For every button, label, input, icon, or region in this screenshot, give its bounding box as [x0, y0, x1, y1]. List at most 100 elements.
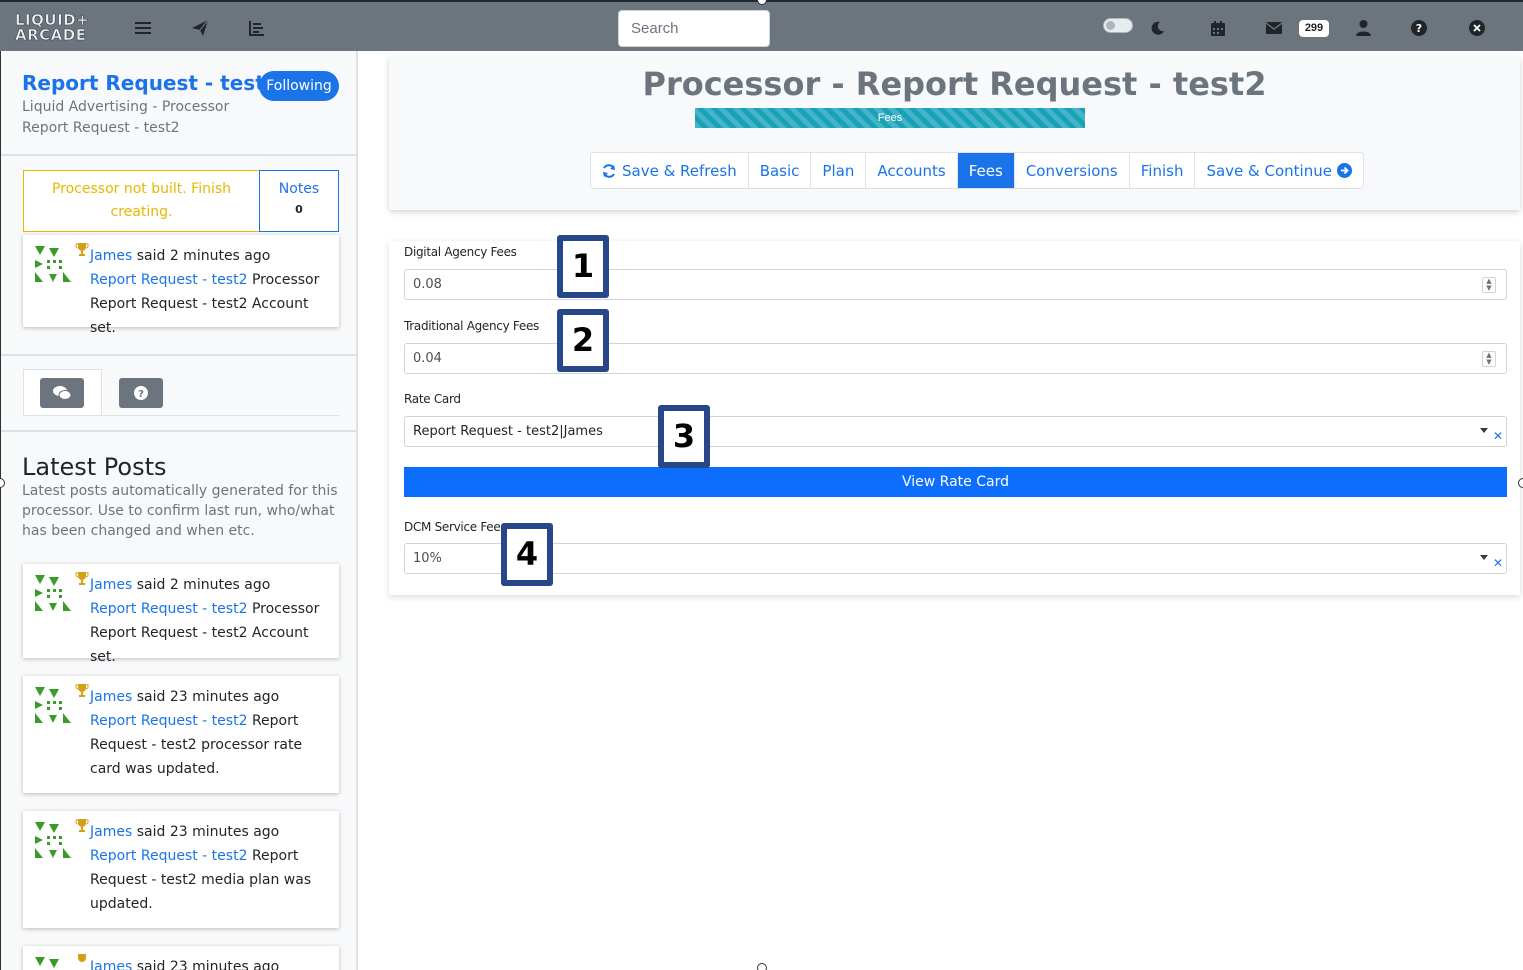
chart-icon[interactable] [246, 17, 268, 39]
tab-conversions[interactable]: Conversions [1014, 153, 1130, 188]
annotation-marker: 4 [501, 523, 553, 586]
menu-icon[interactable] [132, 17, 154, 39]
annotation-marker: 2 [557, 309, 609, 372]
tab-underline [23, 415, 339, 416]
rate-card-value: Report Request - test2|James [413, 424, 603, 439]
chevron-down-icon[interactable] [1480, 555, 1488, 560]
tab-plan[interactable]: Plan [811, 153, 867, 188]
post-user-link[interactable]: James [90, 824, 132, 840]
post-processor-link[interactable]: Report Request - test2 [90, 601, 247, 617]
progress-fill: Fees [695, 108, 1085, 128]
paper-plane-icon[interactable] [189, 17, 211, 39]
user-avatar [35, 687, 71, 723]
search-input[interactable] [618, 10, 770, 47]
processor-status-notice: Processor not built. Finish creating. [23, 170, 260, 232]
user-icon[interactable] [1352, 17, 1374, 39]
clear-icon[interactable]: ✕ [1493, 556, 1503, 570]
tab-fees[interactable]: Fees [957, 153, 1015, 188]
question-icon[interactable]: ? [1408, 17, 1430, 39]
marker-number: 3 [664, 411, 704, 462]
arrow-right-circle-icon [1336, 163, 1352, 178]
trophy-icon [75, 243, 89, 256]
theme-toggle[interactable] [1103, 18, 1133, 33]
resize-handle[interactable] [757, 963, 767, 970]
clear-icon[interactable]: ✕ [1493, 429, 1503, 443]
list-item: James said 23 minutes ago [23, 946, 339, 970]
post-user-link[interactable]: James [90, 248, 132, 264]
post-time: said 23 minutes ago [136, 959, 280, 970]
post-text: James said 23 minutes ago Report Request… [90, 820, 330, 916]
question-icon: ? [134, 386, 148, 400]
view-rate-card-button[interactable]: View Rate Card [404, 467, 1507, 497]
save-refresh-button[interactable]: Save & Refresh [591, 153, 749, 188]
post-text: James said 2 minutes ago Report Request … [90, 573, 330, 669]
sidebar-title[interactable]: Report Request - test2 [22, 71, 279, 95]
post-time: said 2 minutes ago [136, 577, 271, 593]
post-processor-link[interactable]: Report Request - test2 [90, 848, 247, 864]
help-tab-button[interactable]: ? [119, 378, 163, 408]
post-user-link[interactable]: James [90, 577, 132, 593]
save-continue-button[interactable]: Save & Continue [1195, 153, 1363, 188]
digital-agency-fees-label: Digital Agency Fees [404, 245, 517, 259]
post-time: said 23 minutes ago [136, 824, 280, 840]
user-avatar [35, 957, 59, 968]
envelope-icon[interactable] [1263, 17, 1285, 39]
post-processor-link[interactable]: Report Request - test2 [90, 713, 247, 729]
svg-text:?: ? [138, 389, 144, 400]
trophy-icon [75, 684, 89, 697]
post-text: James said 2 minutes ago Report Request … [90, 244, 330, 340]
trophy-icon [78, 954, 86, 962]
top-navbar: LIQUID+ ARCADE 299 ? [0, 0, 1523, 51]
post-time: said 2 minutes ago [136, 248, 271, 264]
calendar-icon[interactable] [1207, 17, 1229, 39]
top-post-card: James said 2 minutes ago Report Request … [23, 235, 339, 336]
post-processor-link[interactable]: Report Request - test2 [90, 272, 247, 288]
resize-handle[interactable] [1518, 478, 1523, 488]
digital-agency-fees-value: 0.08 [413, 277, 442, 292]
refresh-icon [603, 163, 615, 178]
save-continue-label: Save & Continue [1206, 161, 1332, 180]
post-user-link[interactable]: James [90, 959, 132, 970]
post-user-link[interactable]: James [90, 689, 132, 705]
notes-count: 0 [295, 203, 303, 216]
list-item: James said 23 minutes ago Report Request… [23, 676, 339, 793]
message-count-badge[interactable]: 299 [1299, 20, 1329, 37]
notes-button[interactable]: Notes 0 [259, 170, 339, 232]
post-time: said 23 minutes ago [136, 689, 280, 705]
list-item: James said 2 minutes ago Report Request … [23, 564, 339, 665]
marker-number: 1 [563, 241, 603, 292]
comments-tab-button[interactable] [40, 378, 84, 408]
latest-posts-title: Latest Posts [22, 453, 167, 481]
traditional-agency-fees-label: Traditional Agency Fees [404, 319, 539, 333]
sidebar-subtitle: Liquid Advertising - Processor Report Re… [22, 99, 230, 136]
processor-sidebar: Report Request - test2 Liquid Advertisin… [0, 51, 358, 970]
chevron-down-icon[interactable] [1480, 428, 1488, 433]
processor-header-card: Processor - Report Request - test2 Fees … [389, 57, 1520, 210]
dcm-service-fee-select[interactable]: 10% ✕ [404, 543, 1507, 574]
trophy-icon [75, 819, 89, 832]
tab-basic[interactable]: Basic [748, 153, 812, 188]
save-refresh-label: Save & Refresh [622, 161, 737, 180]
annotation-marker: 1 [557, 235, 609, 298]
rate-card-select[interactable]: Report Request - test2|James ✕ [404, 416, 1507, 447]
tab-finish[interactable]: Finish [1129, 153, 1196, 188]
list-item: James said 23 minutes ago Report Request… [23, 811, 339, 928]
marker-number: 2 [563, 315, 603, 366]
comments-icon [53, 386, 72, 400]
svg-text:?: ? [1416, 22, 1422, 35]
liquid-arcade-logo[interactable]: LIQUID+ ARCADE [15, 12, 103, 43]
divider [1, 430, 356, 432]
number-spinner-icon[interactable]: ▲ ▼ [1482, 277, 1496, 293]
moon-icon[interactable] [1147, 17, 1169, 39]
number-spinner-icon[interactable]: ▲ ▼ [1482, 351, 1496, 367]
following-button[interactable]: Following [259, 71, 339, 101]
post-text: James said 23 minutes ago [90, 955, 330, 970]
trophy-icon [75, 572, 89, 585]
close-circle-icon[interactable] [1466, 17, 1488, 39]
tab-accounts[interactable]: Accounts [866, 153, 958, 188]
step-progress-bar: Fees [695, 108, 1085, 128]
latest-posts-description: Latest posts automatically generated for… [22, 483, 338, 539]
user-avatar [35, 575, 71, 611]
divider [1, 354, 356, 356]
processor-step-tabs: Save & Refresh Basic Plan Accounts Fees … [590, 152, 1364, 189]
